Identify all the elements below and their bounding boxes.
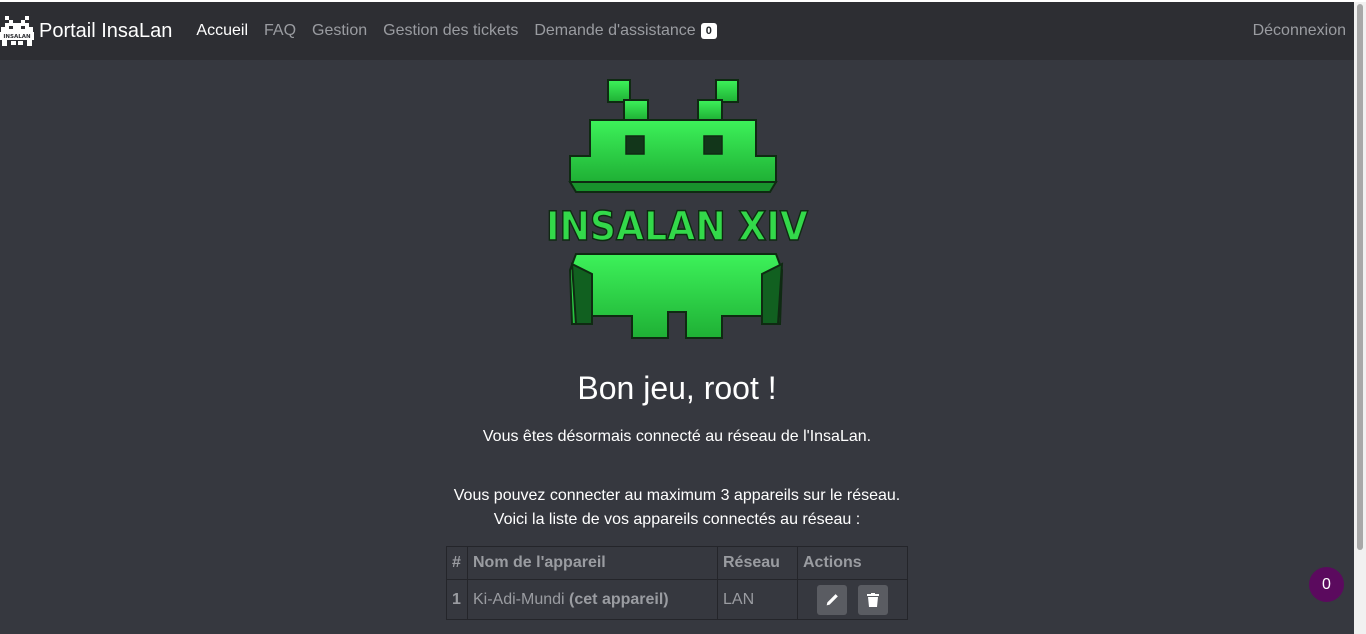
navbar: INSALAN Portail InsaLan Accueil FAQ Gest…: [0, 2, 1354, 60]
row-device-note: (cet appareil): [569, 590, 669, 608]
devices-table: # Nom de l'appareil Réseau Actions 1 Ki-…: [446, 546, 908, 620]
scrollbar-thumb[interactable]: [1357, 4, 1363, 550]
table-row: 1 Ki-Adi-Mundi (cet appareil) LAN: [446, 579, 908, 620]
table-header-row: # Nom de l'appareil Réseau Actions: [446, 546, 908, 580]
pencil-icon: [826, 593, 839, 605]
nav-ticket-management[interactable]: Gestion des tickets: [383, 22, 518, 40]
greeting-heading: Bon jeu, root !: [577, 370, 777, 406]
scrollbar[interactable]: [1354, 2, 1366, 634]
insalan-brand-logo: INSALAN: [0, 16, 34, 46]
nav-management[interactable]: Gestion: [312, 22, 367, 40]
row-network: LAN: [717, 579, 798, 620]
header-device-name: Nom de l'appareil: [467, 546, 718, 580]
row-device-name: Ki-Adi-Mundi: [473, 590, 565, 608]
nav-links: Accueil FAQ Gestion Gestion des tickets …: [196, 22, 732, 40]
brand[interactable]: INSALAN Portail InsaLan: [0, 16, 172, 46]
nav-faq[interactable]: FAQ: [264, 22, 296, 40]
header-actions: Actions: [797, 546, 908, 580]
floating-counter-button[interactable]: 0: [1309, 567, 1344, 602]
device-info-text: Vous pouvez connecter au maximum 3 appar…: [0, 484, 1354, 532]
logout-link[interactable]: Déconnexion: [1253, 22, 1346, 40]
delete-device-button[interactable]: [857, 584, 888, 615]
row-actions: [797, 579, 908, 620]
brand-logo-text: INSALAN: [3, 34, 31, 40]
connected-message: Vous êtes désormais connecté au réseau d…: [482, 428, 872, 445]
header-index: #: [446, 546, 468, 580]
row-device-name-cell: Ki-Adi-Mundi (cet appareil): [467, 579, 718, 620]
edit-device-button[interactable]: [817, 584, 848, 615]
assistance-count-badge: 0: [700, 23, 717, 39]
nav-assistance-label: Demande d'assistance: [534, 22, 696, 39]
space-invader-logo: INSALAN XIV: [545, 79, 809, 339]
nav-assistance-request[interactable]: Demande d'assistance 0: [534, 22, 717, 40]
header-network: Réseau: [717, 546, 798, 580]
max-devices-message: Vous pouvez connecter au maximum 3 appar…: [453, 487, 901, 504]
nav-home[interactable]: Accueil: [196, 22, 248, 40]
device-list-intro: Voici la liste de vos appareils connecté…: [493, 511, 861, 528]
brand-title: Portail InsaLan: [39, 19, 173, 42]
row-index: 1: [446, 579, 468, 620]
logo-text: INSALAN XIV: [546, 204, 808, 250]
trash-icon: [866, 592, 879, 607]
